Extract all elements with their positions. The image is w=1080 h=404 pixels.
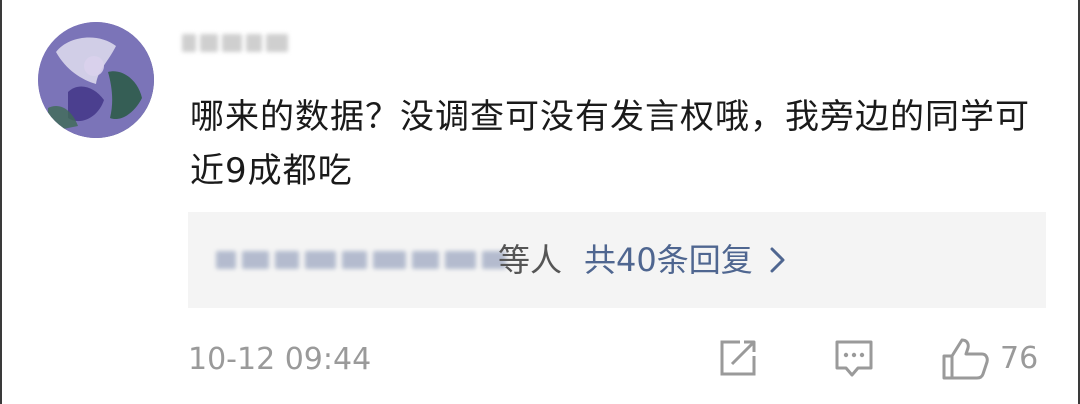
view-replies-link[interactable]: 共40条回复 xyxy=(584,240,789,280)
comment-icon xyxy=(835,340,873,377)
comment-text: 哪来的数据？没调查可没有发言权哦，我旁边的同学可近9成都吃 xyxy=(190,97,1030,191)
share-icon xyxy=(720,340,756,376)
comment-timestamp: 10-12 09:44 xyxy=(188,342,372,377)
avatar[interactable] xyxy=(38,22,154,138)
thumbs-up-icon xyxy=(942,338,989,380)
reply-usernames-redacted xyxy=(216,249,507,271)
like-button[interactable]: 76 xyxy=(940,336,1038,382)
view-replies-label: 共40条回复 xyxy=(584,241,753,279)
username-redacted[interactable] xyxy=(182,28,288,58)
chevron-right-icon xyxy=(767,245,789,275)
like-count: 76 xyxy=(1000,341,1039,376)
reply-button[interactable] xyxy=(832,336,876,380)
reply-users-suffix: 等人 xyxy=(498,241,563,279)
replies-preview[interactable]: 等人 共40条回复 xyxy=(188,212,1046,308)
share-button[interactable] xyxy=(716,336,760,380)
frame-left-edge xyxy=(0,0,2,404)
